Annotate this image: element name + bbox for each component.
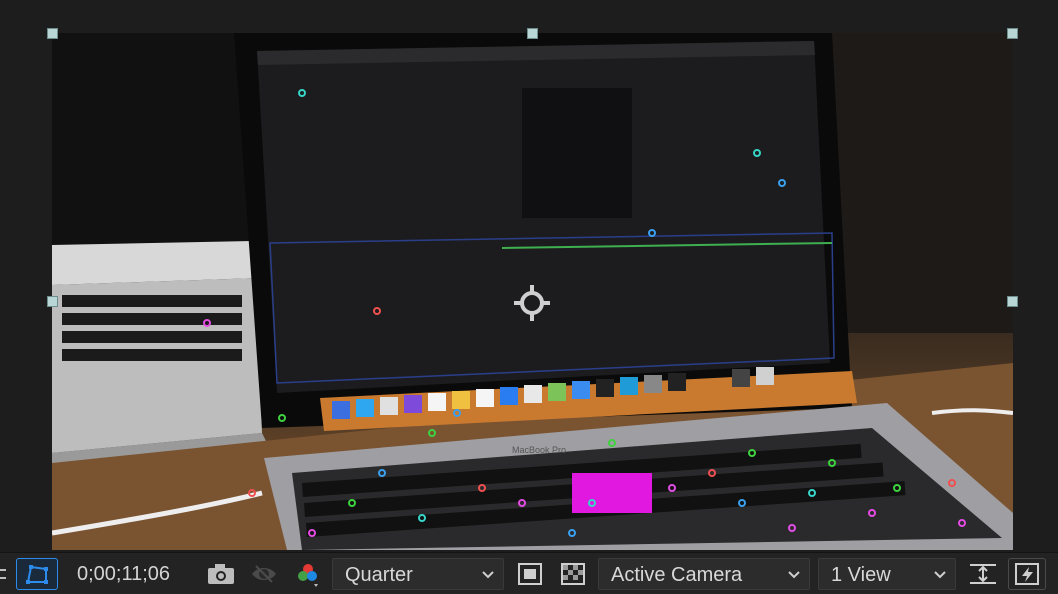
color-channels-button[interactable]	[290, 558, 326, 590]
color-channels-icon	[298, 564, 318, 587]
show-snapshot-icon	[252, 565, 276, 583]
selection-handle-top-right[interactable]	[1007, 28, 1018, 39]
viewer-toolbar: 0;00;11;06 Quarter Active Camera 1 View	[0, 552, 1058, 594]
transparency-grid-icon	[561, 563, 585, 585]
take-snapshot-button[interactable]	[203, 558, 239, 590]
selection-handle-top-left[interactable]	[47, 28, 58, 39]
toggle-pixel-aspect-button[interactable]	[964, 558, 1002, 590]
mask-path-visibility-button[interactable]	[16, 558, 58, 590]
fast-previews-icon	[1015, 563, 1039, 585]
current-time-display[interactable]: 0;00;11;06	[77, 563, 170, 586]
mask-path-icon	[26, 565, 48, 584]
footage-image: MacBook Pro	[52, 33, 1013, 550]
toggle-pixel-aspect-icon	[970, 564, 996, 584]
laptop-model-label: MacBook Pro	[512, 445, 566, 455]
view-layout-dropdown[interactable]: 1 View	[818, 558, 956, 590]
fast-previews-button[interactable]	[1008, 558, 1046, 590]
region-of-interest-button[interactable]	[513, 558, 547, 590]
show-snapshot-button[interactable]	[246, 558, 282, 590]
camera-view-dropdown[interactable]: Active Camera	[598, 558, 810, 590]
resolution-dropdown[interactable]: Quarter	[332, 558, 504, 590]
chevron-down-icon	[788, 571, 800, 579]
selection-handle-middle-left[interactable]	[47, 296, 58, 307]
transparency-grid-button[interactable]	[556, 558, 590, 590]
resolution-value: Quarter	[345, 564, 413, 586]
chevron-down-icon	[482, 571, 494, 579]
view-layout-value: 1 View	[831, 564, 891, 586]
composition-viewer[interactable]: MacBook Pro	[0, 0, 1058, 552]
footage-frame[interactable]: MacBook Pro	[52, 33, 1013, 550]
grid-icon[interactable]	[0, 558, 10, 590]
region-of-interest-icon	[518, 563, 542, 585]
camera-view-value: Active Camera	[611, 564, 743, 586]
selection-handle-top-center[interactable]	[527, 28, 538, 39]
selection-handle-middle-right[interactable]	[1007, 296, 1018, 307]
chevron-down-icon	[934, 571, 946, 579]
camera-snapshot-icon	[208, 564, 234, 584]
